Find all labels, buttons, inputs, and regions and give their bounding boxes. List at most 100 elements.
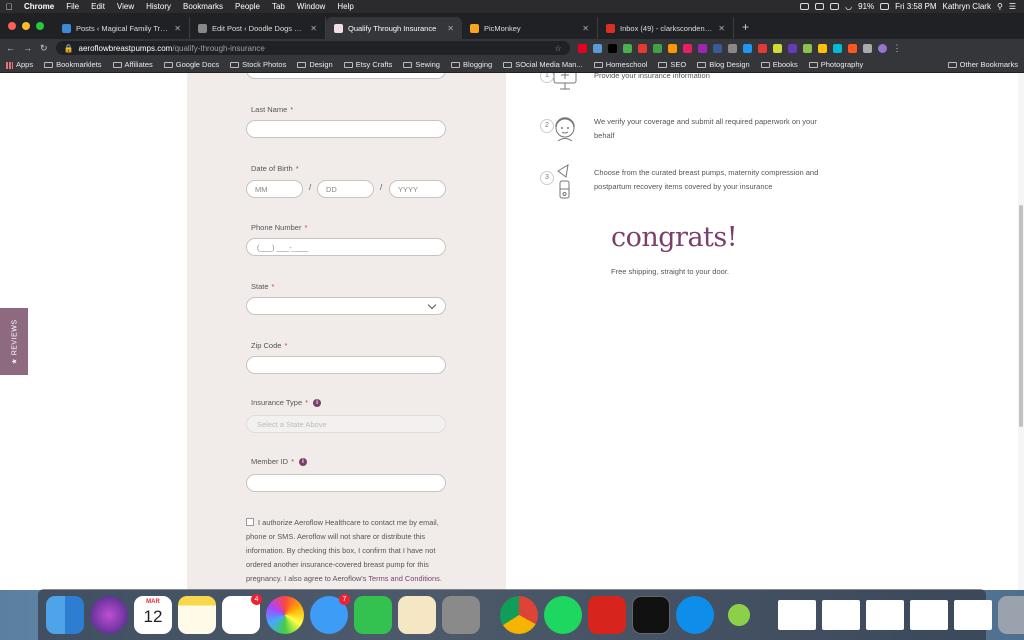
dob-year-input[interactable]: YYYY bbox=[389, 180, 446, 198]
tab-gmail[interactable]: Inbox (49) - clarkscondensed ✕ bbox=[598, 17, 734, 39]
close-tab-icon[interactable]: ✕ bbox=[582, 24, 589, 33]
address-bar[interactable]: 🔒 aeroflowbreastpumps.com/qualify-throug… bbox=[55, 41, 570, 55]
more-menu-icon[interactable]: ⋮ bbox=[893, 43, 902, 54]
state-select[interactable] bbox=[246, 297, 446, 315]
menu-people[interactable]: People bbox=[229, 2, 266, 11]
extension-icon[interactable] bbox=[772, 43, 782, 53]
calendar-icon[interactable]: MAR 12 bbox=[134, 595, 172, 634]
bookmark-apps[interactable]: Apps bbox=[6, 60, 33, 69]
reviews-tab[interactable]: ★ REVIEWS bbox=[0, 308, 28, 375]
tab-picmonkey[interactable]: PicMonkey ✕ bbox=[462, 17, 598, 39]
other-bookmarks[interactable]: Other Bookmarks bbox=[947, 60, 1018, 69]
tray-icon[interactable] bbox=[800, 3, 810, 10]
tab-posts[interactable]: Posts ‹ Magical Family Travel C ✕ bbox=[54, 17, 190, 39]
document-thumbnail[interactable] bbox=[822, 599, 860, 630]
acrobat-icon[interactable] bbox=[588, 595, 626, 634]
notes-icon[interactable] bbox=[178, 595, 216, 634]
document-thumbnail[interactable] bbox=[866, 599, 904, 630]
bookmark-folder[interactable]: Stock Photos bbox=[230, 60, 286, 69]
zip-input[interactable] bbox=[246, 356, 446, 374]
calculator-icon[interactable] bbox=[442, 595, 480, 634]
new-tab-button[interactable]: + bbox=[734, 20, 757, 39]
pinterest-extension-icon[interactable] bbox=[577, 43, 587, 53]
cricut-icon[interactable] bbox=[720, 595, 758, 634]
insurance-type-select[interactable]: Select a State Above bbox=[246, 415, 446, 433]
battery-icon[interactable] bbox=[880, 3, 890, 10]
facebook-extension-icon[interactable] bbox=[712, 43, 722, 53]
extension-icon[interactable] bbox=[637, 43, 647, 53]
clock[interactable]: Fri 3:58 PM bbox=[895, 2, 936, 11]
extension-icon[interactable] bbox=[847, 43, 857, 53]
close-tab-icon[interactable]: ✕ bbox=[447, 24, 454, 33]
tray-icon[interactable] bbox=[815, 3, 825, 10]
facetime-icon[interactable] bbox=[354, 595, 392, 634]
close-tab-icon[interactable]: ✕ bbox=[718, 24, 725, 33]
bookmark-folder[interactable]: Bookmarklets bbox=[44, 60, 102, 69]
extension-icon[interactable] bbox=[682, 43, 692, 53]
teamviewer-icon[interactable] bbox=[676, 595, 714, 634]
page-scrollbar[interactable] bbox=[1018, 73, 1024, 590]
bookmark-star-icon[interactable]: ☆ bbox=[554, 44, 561, 53]
extension-icon[interactable] bbox=[727, 43, 737, 53]
spotify-icon[interactable] bbox=[544, 595, 582, 634]
reminders-icon[interactable]: 4 bbox=[222, 593, 262, 634]
info-icon[interactable]: i bbox=[313, 399, 322, 408]
extension-icon[interactable] bbox=[832, 43, 842, 53]
messages-icon[interactable]: 7 bbox=[310, 593, 350, 634]
extension-icon[interactable] bbox=[757, 43, 767, 53]
menu-help[interactable]: Help bbox=[331, 2, 359, 11]
photos-icon[interactable] bbox=[266, 595, 304, 634]
bookmark-folder[interactable]: Blog Design bbox=[697, 60, 750, 69]
pages-icon[interactable] bbox=[398, 595, 436, 634]
dob-month-input[interactable]: MM bbox=[246, 180, 303, 198]
document-thumbnail[interactable] bbox=[954, 599, 992, 630]
extension-icon[interactable] bbox=[607, 43, 617, 53]
extension-icon[interactable] bbox=[652, 43, 662, 53]
close-tab-icon[interactable]: ✕ bbox=[174, 24, 181, 33]
last-name-input[interactable] bbox=[246, 120, 446, 138]
bookmark-folder[interactable]: SOcial Media Man... bbox=[503, 60, 583, 69]
extension-icon[interactable] bbox=[697, 43, 707, 53]
bookmark-folder[interactable]: Photography bbox=[808, 60, 863, 69]
tab-qualify-insurance[interactable]: Qualify Through Insurance ✕ bbox=[326, 17, 462, 39]
phone-input[interactable]: (___) ___-____ bbox=[246, 238, 446, 256]
bookmark-folder[interactable]: Homeschool bbox=[593, 60, 647, 69]
siri-icon[interactable] bbox=[90, 595, 128, 634]
menu-tab[interactable]: Tab bbox=[266, 2, 291, 11]
zoom-window-button[interactable] bbox=[36, 22, 44, 30]
tab-edit-post[interactable]: Edit Post ‹ Doodle Dogs 101 — ✕ bbox=[190, 17, 326, 39]
terminal-icon[interactable] bbox=[632, 595, 670, 634]
puzzle-icon[interactable] bbox=[862, 43, 872, 53]
close-window-button[interactable] bbox=[8, 22, 16, 30]
menu-file[interactable]: File bbox=[60, 2, 85, 11]
first-name-input[interactable] bbox=[246, 73, 446, 79]
menu-view[interactable]: View bbox=[111, 2, 140, 11]
battery-percent[interactable]: 91% bbox=[858, 2, 874, 11]
bookmark-folder[interactable]: Affiliates bbox=[112, 60, 153, 69]
bookmark-folder[interactable]: Ebooks bbox=[760, 60, 798, 69]
terms-link[interactable]: Terms and Conditions. bbox=[368, 574, 442, 583]
bookmark-folder[interactable]: SEO bbox=[658, 60, 686, 69]
bookmark-folder[interactable]: Etsy Crafts bbox=[343, 60, 392, 69]
extension-icon[interactable] bbox=[787, 43, 797, 53]
close-tab-icon[interactable]: ✕ bbox=[310, 24, 317, 33]
bookmark-folder[interactable]: Google Docs bbox=[163, 60, 219, 69]
extension-icon[interactable] bbox=[622, 43, 632, 53]
forward-icon[interactable]: → bbox=[23, 43, 32, 53]
menu-window[interactable]: Window bbox=[291, 2, 331, 11]
bookmark-folder[interactable]: Design bbox=[297, 60, 333, 69]
menu-edit[interactable]: Edit bbox=[85, 2, 111, 11]
consent-checkbox[interactable] bbox=[246, 518, 254, 526]
document-thumbnail[interactable] bbox=[778, 599, 816, 630]
extension-icon[interactable] bbox=[802, 43, 812, 53]
notification-center-icon[interactable]: ☰ bbox=[1009, 2, 1016, 11]
dob-day-input[interactable]: DD bbox=[317, 180, 374, 198]
reload-icon[interactable]: ↻ bbox=[40, 43, 48, 54]
back-icon[interactable]: ← bbox=[6, 43, 15, 53]
extension-icon[interactable] bbox=[817, 43, 827, 53]
finder-icon[interactable] bbox=[46, 595, 84, 634]
spotlight-icon[interactable]: ⚲ bbox=[997, 2, 1003, 11]
user-name[interactable]: Kathryn Clark bbox=[943, 2, 991, 11]
tray-icon[interactable] bbox=[830, 3, 840, 10]
wifi-icon[interactable]: ◡ bbox=[845, 2, 852, 11]
